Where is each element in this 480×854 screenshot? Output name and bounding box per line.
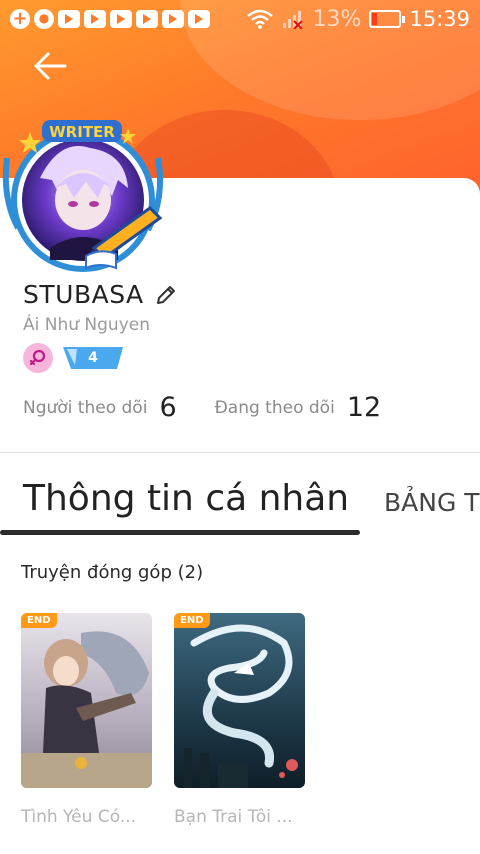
level-badge: 4 <box>63 347 123 369</box>
status-bar: + ● 13% 15:39 <box>0 0 480 38</box>
female-icon <box>23 343 53 373</box>
plus-icon: + <box>10 9 30 29</box>
following-count[interactable]: 12 <box>347 392 381 423</box>
book-title[interactable]: Tình Yêu Có... <box>21 807 161 827</box>
video-icon <box>188 10 210 28</box>
book-card[interactable]: END Tình Yêu Có... <box>21 613 152 827</box>
username: STUBASA <box>23 280 144 309</box>
clock: 15:39 <box>409 7 470 31</box>
tab-personal-info[interactable]: Thông tin cá nhân <box>23 478 349 519</box>
signal-icon <box>282 11 303 29</box>
book-cover[interactable]: END <box>174 613 305 788</box>
followers-count[interactable]: 6 <box>159 392 176 423</box>
name-row: STUBASA <box>23 280 178 309</box>
back-button[interactable] <box>30 48 70 84</box>
section-title: Truyện đóng góp (2) <box>21 562 204 583</box>
edit-icon[interactable] <box>154 283 178 307</box>
video-icon <box>58 10 80 28</box>
tab-indicator <box>0 530 360 535</box>
book-cover[interactable]: END <box>21 613 152 788</box>
profile-tabs: Thông tin cá nhân BẢNG TI <box>0 478 480 538</box>
battery-percent: 13% <box>312 6 362 32</box>
video-icon <box>84 10 106 28</box>
follow-stats: Người theo dõi 6 Đang theo dõi 12 <box>23 392 381 423</box>
video-icon <box>162 10 184 28</box>
level-value: 4 <box>88 350 98 366</box>
wifi-icon <box>246 9 273 29</box>
avatar[interactable]: WRITER <box>0 118 170 278</box>
divider <box>0 452 480 453</box>
end-badge: END <box>21 613 57 628</box>
tab-board[interactable]: BẢNG TI <box>384 488 480 517</box>
notification-icons: + ● <box>10 9 210 29</box>
real-name: Ái Như Nguyen <box>23 315 151 335</box>
book-card[interactable]: END Bạn Trai Tôi ... <box>174 613 305 827</box>
video-icon <box>136 10 158 28</box>
video-icon <box>110 10 132 28</box>
chat-icon: ● <box>34 9 54 29</box>
following-label[interactable]: Đang theo dõi <box>215 398 335 418</box>
battery-icon <box>369 10 406 28</box>
end-badge: END <box>174 613 210 628</box>
arrow-left-icon <box>34 52 67 80</box>
svg-text:WRITER: WRITER <box>49 123 115 141</box>
followers-label[interactable]: Người theo dõi <box>23 398 147 418</box>
book-title[interactable]: Bạn Trai Tôi ... <box>174 807 314 827</box>
